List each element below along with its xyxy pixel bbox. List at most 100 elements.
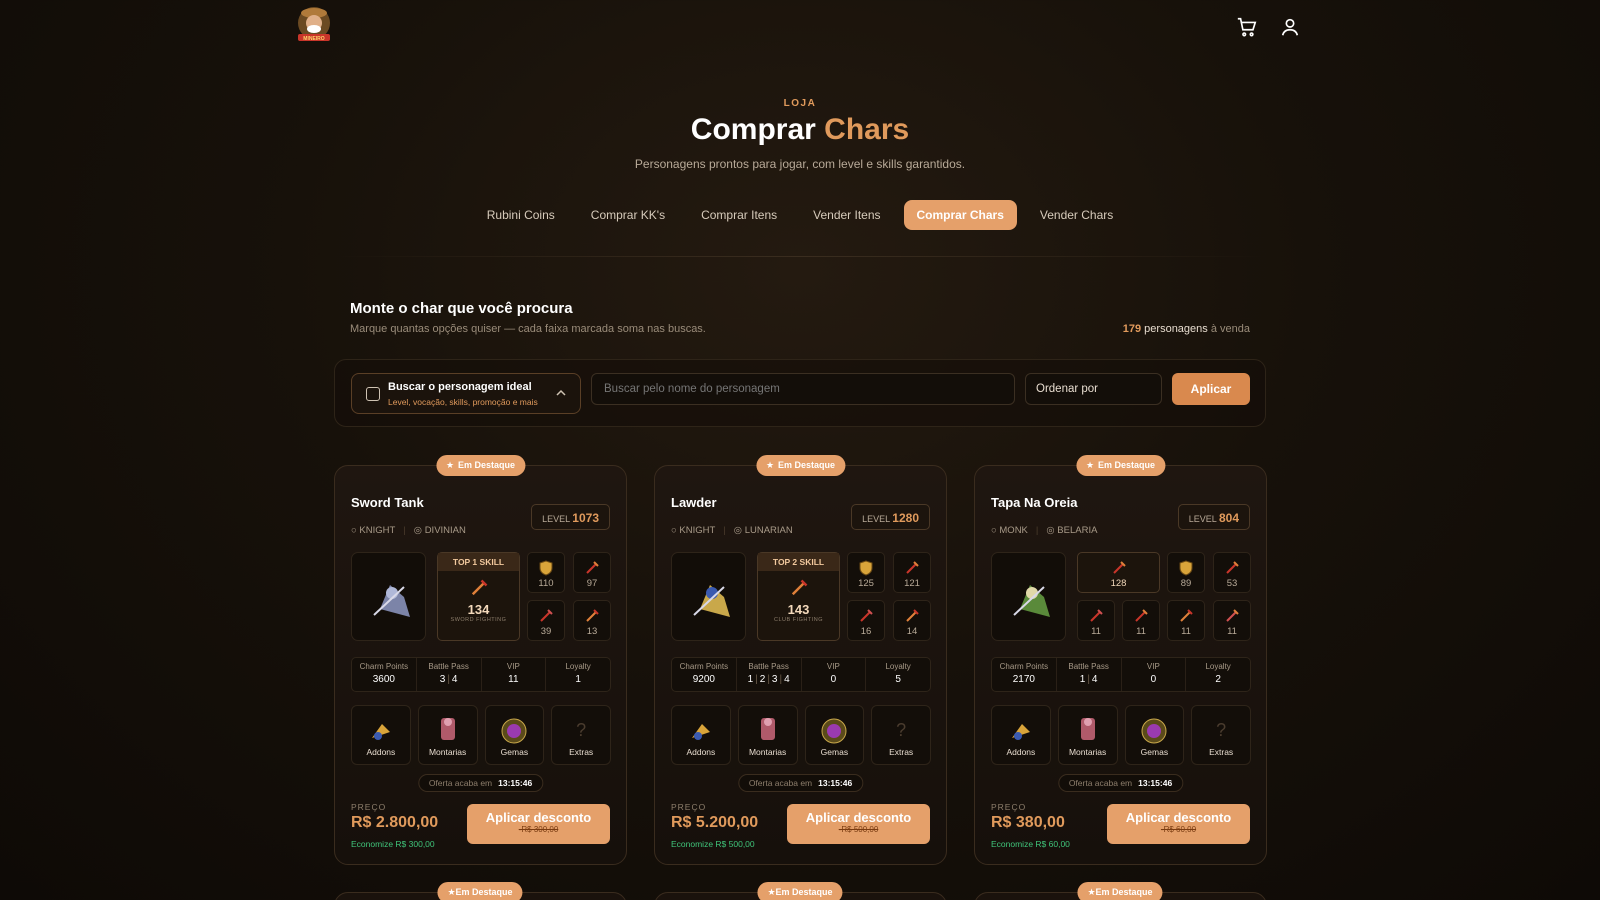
extras-row: Addons Montarias Gemas ? Extras bbox=[671, 705, 931, 765]
cart-icon[interactable] bbox=[1236, 16, 1258, 38]
gem-icon bbox=[821, 718, 847, 744]
skill-slot: 39 bbox=[527, 600, 565, 641]
ideal-character-toggle[interactable]: Buscar o personagem ideal Level, vocação… bbox=[351, 373, 581, 414]
character-name: Tapa Na Oreia bbox=[991, 495, 1078, 510]
vip: VIP 0 bbox=[1120, 658, 1186, 691]
discount-label: Aplicar desconto bbox=[805, 810, 912, 825]
skill-slot: 11 bbox=[1122, 600, 1160, 641]
gems-button[interactable]: Gemas bbox=[1124, 705, 1185, 765]
skill-slot: 13 bbox=[573, 600, 611, 641]
search-input[interactable] bbox=[591, 373, 1015, 405]
sword-icon bbox=[438, 578, 519, 598]
character-stats: Charm Points 3600 Battle Pass 3 | 4 VIP 11 Lo… bbox=[351, 657, 611, 692]
site-logo[interactable]: MINEIRO bbox=[294, 4, 334, 46]
user-icon[interactable] bbox=[1279, 16, 1301, 38]
level-badge: LEVEL 1073 bbox=[531, 504, 610, 530]
charm-points: Charm Points 2170 bbox=[999, 662, 1049, 685]
level-value: 1280 bbox=[892, 511, 919, 525]
section-title: Monte o char que você procura bbox=[350, 300, 573, 317]
count-suffix: à venda bbox=[1210, 323, 1250, 335]
shield-icon bbox=[1168, 560, 1204, 576]
featured-badge: ★Em Destaque bbox=[437, 882, 523, 900]
character-portrait bbox=[351, 552, 426, 641]
apply-button[interactable]: Aplicar bbox=[1172, 373, 1250, 405]
discount-label: Aplicar desconto bbox=[1125, 810, 1232, 825]
character-portrait bbox=[991, 552, 1066, 641]
addons-button[interactable]: Addons bbox=[671, 705, 731, 765]
tab-comprar-itens[interactable]: Comprar Itens bbox=[688, 200, 790, 230]
extras-row: Addons Montarias Gemas ? Extras bbox=[351, 705, 611, 765]
world-icon: ◎ bbox=[733, 525, 743, 536]
gems-button[interactable]: Gemas bbox=[484, 705, 545, 765]
character-name: Sword Tank bbox=[351, 495, 424, 510]
discount-label: Aplicar desconto bbox=[485, 810, 592, 825]
mount-icon bbox=[440, 718, 455, 740]
tab-vender-itens[interactable]: Vender Itens bbox=[800, 200, 893, 230]
level-badge: LEVEL 1280 bbox=[851, 504, 930, 530]
distance-icon bbox=[1214, 608, 1250, 624]
extras-button[interactable]: ? Extras bbox=[551, 705, 611, 765]
skill-slot: 53 bbox=[1213, 552, 1251, 593]
offer-timer: Oferta acaba em 13:15:46 bbox=[737, 774, 864, 792]
character-card[interactable]: ★ Em Destaque Tapa Na Oreia ○ MONK | ◎ BELA… bbox=[974, 455, 1267, 865]
scan-icon bbox=[366, 387, 380, 401]
tab-comprar-chars[interactable]: Comprar Chars bbox=[903, 200, 1017, 230]
skill-slot: 11 bbox=[1167, 600, 1205, 641]
apply-discount-button[interactable]: Aplicar desconto -R$ 500,00 bbox=[787, 804, 930, 844]
page-title-accent: Chars bbox=[824, 113, 910, 146]
price-label: PREÇO bbox=[351, 802, 387, 812]
distance-icon bbox=[894, 608, 930, 624]
extras-button[interactable]: ? Extras bbox=[871, 705, 931, 765]
vocation-icon: ○ bbox=[991, 525, 997, 536]
apply-discount-button[interactable]: Aplicar desconto -R$ 60,00 bbox=[1107, 804, 1250, 844]
axe-icon bbox=[1168, 608, 1204, 624]
character-card[interactable]: ★ Em Destaque Lawder ○ KNIGHT | ◎ LUNARIAN … bbox=[654, 455, 947, 865]
vocation: KNIGHT bbox=[359, 525, 396, 536]
tab-rubini-coins[interactable]: Rubini Coins bbox=[474, 200, 568, 230]
battle-pass: Battle Pass 3 | 4 bbox=[415, 658, 481, 691]
timer-value: 13:15:46 bbox=[818, 778, 853, 788]
gems-button[interactable]: Gemas bbox=[804, 705, 865, 765]
addon-icon bbox=[1011, 724, 1030, 740]
charm-points: Charm Points 9200 bbox=[679, 662, 729, 685]
character-card[interactable]: ★ Em Destaque Sword Tank ○ KNIGHT | ◎ DIVIN… bbox=[334, 455, 627, 865]
skill-slot: 121 bbox=[893, 552, 931, 593]
tab-vender-chars[interactable]: Vender Chars bbox=[1027, 200, 1126, 230]
count-number: 179 bbox=[1122, 323, 1142, 335]
extras-row: Addons Montarias Gemas ? Extras bbox=[991, 705, 1251, 765]
mount-icon bbox=[760, 718, 775, 740]
top-skill-label: TOP 1 SKILL bbox=[438, 553, 519, 571]
character-stats: Charm Points 2170 Battle Pass 1 | 4 VIP 0 Loy… bbox=[991, 657, 1251, 692]
extras-button[interactable]: ? Extras bbox=[1191, 705, 1251, 765]
club-icon bbox=[1078, 608, 1114, 624]
loyalty: Loyalty 1 bbox=[545, 658, 610, 691]
savings: Economize R$ 500,00 bbox=[671, 839, 755, 849]
vocation: MONK bbox=[999, 525, 1028, 536]
top-skill-name: CLUB FIGHTING bbox=[774, 617, 823, 623]
character-meta: ○ KNIGHT | ◎ LUNARIAN bbox=[671, 525, 793, 536]
world-icon: ◎ bbox=[413, 525, 423, 536]
vip: VIP 11 bbox=[480, 658, 546, 691]
mounts-button[interactable]: Montarias bbox=[417, 705, 478, 765]
skill-slot: 11 bbox=[1077, 600, 1115, 641]
question-icon: ? bbox=[576, 720, 587, 740]
shielding-skill: 125 bbox=[847, 552, 885, 593]
top-skill-value: 143 bbox=[787, 602, 810, 617]
skill-slot: 14 bbox=[893, 600, 931, 641]
apply-discount-button[interactable]: Aplicar desconto -R$ 300,00 bbox=[467, 804, 610, 844]
shield-icon bbox=[848, 560, 884, 576]
page-title: Comprar Chars bbox=[0, 113, 1600, 147]
store-tabs: Rubini Coins Comprar KK's Comprar Itens … bbox=[0, 200, 1600, 230]
order-select[interactable]: Ordenar por bbox=[1025, 373, 1162, 405]
battle-pass: Battle Pass 1 | 4 bbox=[1055, 658, 1121, 691]
mounts-button[interactable]: Montarias bbox=[1057, 705, 1118, 765]
addons-button[interactable]: Addons bbox=[351, 705, 411, 765]
question-icon: ? bbox=[1216, 720, 1227, 740]
timer-value: 13:15:46 bbox=[1138, 778, 1173, 788]
axe-icon bbox=[1214, 560, 1250, 576]
addons-button[interactable]: Addons bbox=[991, 705, 1051, 765]
tab-comprar-kks[interactable]: Comprar KK's bbox=[578, 200, 678, 230]
mounts-button[interactable]: Montarias bbox=[737, 705, 798, 765]
ideal-subtitle: Level, vocação, skills, promoção e mais bbox=[388, 397, 538, 407]
results-count: 179 personagens à venda bbox=[1123, 323, 1250, 335]
